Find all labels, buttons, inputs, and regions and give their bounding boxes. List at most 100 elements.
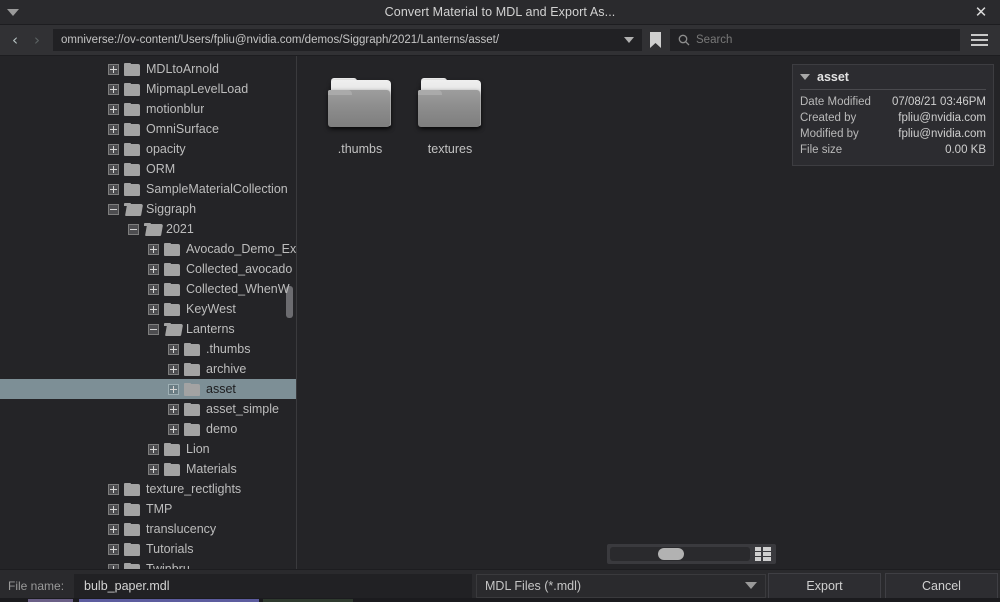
collapse-icon[interactable] xyxy=(108,203,119,215)
expand-icon[interactable] xyxy=(108,63,119,75)
path-field[interactable]: omniverse://ov-content/Users/fpliu@nvidi… xyxy=(53,29,642,51)
details-card: asset Date Modified 07/08/21 03:46PM Creat… xyxy=(792,64,994,166)
tree-item-label: Avocado_Demo_Ex xyxy=(186,242,296,256)
export-button[interactable]: Export xyxy=(768,572,881,599)
expand-icon[interactable] xyxy=(108,123,119,135)
folder-item[interactable]: textures xyxy=(405,74,495,156)
expand-icon[interactable] xyxy=(168,423,179,435)
expand-icon[interactable] xyxy=(108,163,119,175)
folder-icon xyxy=(124,542,140,556)
tree-item-orm[interactable]: ORM xyxy=(0,159,296,179)
grid-view-icon[interactable] xyxy=(755,547,773,562)
expand-icon[interactable] xyxy=(168,383,179,395)
details-rows: Date Modified 07/08/21 03:46PM Created by f… xyxy=(800,94,986,158)
tree-item-thumbs[interactable]: .thumbs xyxy=(0,339,296,359)
title-bar: Convert Material to MDL and Export As...… xyxy=(0,0,1000,25)
tree-item-lion[interactable]: Lion xyxy=(0,439,296,459)
tree-item-texture-rectlights[interactable]: texture_rectlights xyxy=(0,479,296,499)
folder-icon xyxy=(164,302,180,316)
slider-handle[interactable] xyxy=(658,548,684,560)
cancel-button[interactable]: Cancel xyxy=(885,572,998,599)
expand-icon[interactable] xyxy=(108,563,119,569)
expand-icon[interactable] xyxy=(148,243,159,255)
details-header[interactable]: asset xyxy=(800,70,986,90)
options-menu-button[interactable] xyxy=(962,27,996,53)
tree-item-materials[interactable]: Materials xyxy=(0,459,296,479)
expand-icon[interactable] xyxy=(108,523,119,535)
tree-item-demo[interactable]: demo xyxy=(0,419,296,439)
close-button[interactable]: ✕ xyxy=(962,0,1000,25)
bookmark-button[interactable] xyxy=(642,27,668,53)
expand-icon[interactable] xyxy=(148,283,159,295)
folder-open-icon xyxy=(124,202,144,216)
search-field[interactable]: Search xyxy=(670,29,960,51)
folder-tree[interactable]: MDLtoArnold MipmapLevelLoad motionblur Omni… xyxy=(0,56,297,569)
tree-item-avocado-demo-ex[interactable]: Avocado_Demo_Ex xyxy=(0,239,296,259)
tree-item-collected-avocado[interactable]: Collected_avocado xyxy=(0,259,296,279)
expand-icon[interactable] xyxy=(168,363,179,375)
forward-button[interactable]: › xyxy=(26,27,48,53)
folder-icon xyxy=(124,522,140,536)
tree-item-label: TMP xyxy=(146,502,173,516)
filename-input[interactable]: bulb_paper.mdl xyxy=(74,573,472,598)
desktop-taskbar-sliver xyxy=(0,598,1000,602)
tree-item-asset[interactable]: asset xyxy=(0,379,296,399)
tree-item-twinbru[interactable]: Twinbru xyxy=(0,559,296,569)
expand-icon[interactable] xyxy=(148,443,159,455)
expand-icon[interactable] xyxy=(148,463,159,475)
tree-item-siggraph[interactable]: Siggraph xyxy=(0,199,296,219)
tree-item-mipmaplevelload[interactable]: MipmapLevelLoad xyxy=(0,79,296,99)
thumbnail-size-slider[interactable] xyxy=(610,547,750,561)
tree-item-tutorials[interactable]: Tutorials xyxy=(0,539,296,559)
tree-item-omnisurface[interactable]: OmniSurface xyxy=(0,119,296,139)
tree-item-keywest[interactable]: KeyWest xyxy=(0,299,296,319)
expand-icon[interactable] xyxy=(148,263,159,275)
tree-item-label: Lanterns xyxy=(186,322,235,336)
folder-icon xyxy=(164,242,180,256)
expand-icon[interactable] xyxy=(168,403,179,415)
tree-item-lanterns[interactable]: Lanterns xyxy=(0,319,296,339)
folder-icon xyxy=(124,182,140,196)
folder-icon xyxy=(184,402,200,416)
details-value: 0.00 KB xyxy=(945,144,986,156)
dialog-body: MDLtoArnold MipmapLevelLoad motionblur Omni… xyxy=(0,56,1000,569)
view-options-bar xyxy=(297,539,786,569)
tree-item-archive[interactable]: archive xyxy=(0,359,296,379)
back-button[interactable]: ‹ xyxy=(4,27,26,53)
file-type-select[interactable]: MDL Files (*.mdl) xyxy=(476,573,766,598)
details-row: Modified by fpliu@nvidia.com xyxy=(800,126,986,142)
tree-item-2021[interactable]: 2021 xyxy=(0,219,296,239)
tree-item-mdltoarnold[interactable]: MDLtoArnold xyxy=(0,59,296,79)
expand-icon[interactable] xyxy=(108,543,119,555)
tree-item-motionblur[interactable]: motionblur xyxy=(0,99,296,119)
expand-icon[interactable] xyxy=(168,343,179,355)
collapse-icon[interactable] xyxy=(128,223,139,235)
details-row: Date Modified 07/08/21 03:46PM xyxy=(800,94,986,110)
expand-icon[interactable] xyxy=(148,303,159,315)
expand-icon[interactable] xyxy=(108,483,119,495)
folder-icon xyxy=(184,382,200,396)
tree-item-label: Tutorials xyxy=(146,542,194,556)
tree-item-label: Materials xyxy=(186,462,237,476)
expand-icon[interactable] xyxy=(108,83,119,95)
tree-item-translucency[interactable]: translucency xyxy=(0,519,296,539)
tree-item-collected-whenw[interactable]: Collected_WhenW xyxy=(0,279,296,299)
tree-item-asset-simple[interactable]: asset_simple xyxy=(0,399,296,419)
expand-icon[interactable] xyxy=(108,503,119,515)
file-browser-content[interactable]: .thumbs textures xyxy=(297,56,786,569)
window-menu-button[interactable] xyxy=(0,8,26,16)
tree-item-opacity[interactable]: opacity xyxy=(0,139,296,159)
collapse-icon[interactable] xyxy=(148,323,159,335)
folder-icon xyxy=(184,342,200,356)
path-dropdown-button[interactable] xyxy=(616,29,642,51)
folder-item[interactable]: .thumbs xyxy=(315,74,405,156)
folder-icon xyxy=(124,102,140,116)
expand-icon[interactable] xyxy=(108,103,119,115)
folder-grid: .thumbs textures xyxy=(297,56,786,156)
expand-icon[interactable] xyxy=(108,183,119,195)
tree-item-tmp[interactable]: TMP xyxy=(0,499,296,519)
details-key: File size xyxy=(800,144,843,156)
tree-item-samplematerialcollection[interactable]: SampleMaterialCollection xyxy=(0,179,296,199)
tree-item-label: 2021 xyxy=(166,222,194,236)
expand-icon[interactable] xyxy=(108,143,119,155)
